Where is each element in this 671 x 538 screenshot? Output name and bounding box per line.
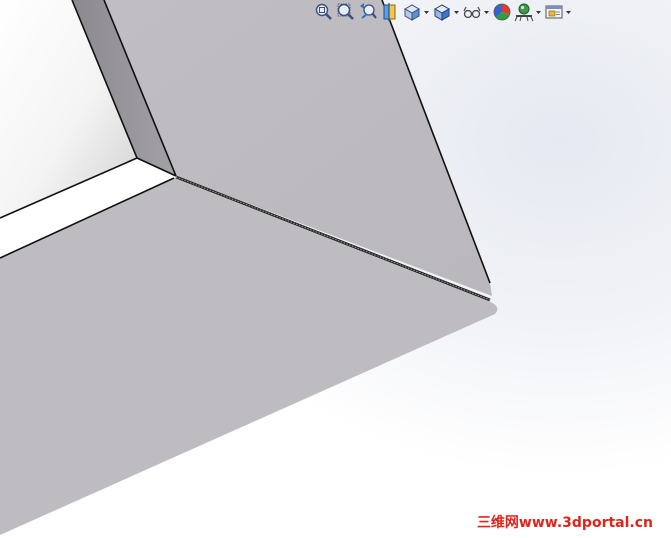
zoom-to-fit-button[interactable] bbox=[314, 1, 334, 23]
hide-show-items-button[interactable] bbox=[462, 1, 490, 23]
graphics-viewport[interactable]: 三维网www.3dportal.cn bbox=[0, 0, 671, 538]
zoom-to-fit-icon bbox=[315, 3, 332, 20]
edit-appearance-button[interactable] bbox=[492, 1, 512, 23]
zoom-to-area-button[interactable] bbox=[336, 1, 356, 23]
watermark-text: 三维网www.3dportal.cn bbox=[476, 515, 653, 531]
section-view-icon bbox=[383, 3, 396, 21]
section-view-button[interactable] bbox=[380, 1, 400, 23]
display-style-icon bbox=[433, 4, 451, 21]
view-settings-button[interactable] bbox=[544, 1, 572, 23]
apply-scene-button[interactable] bbox=[514, 1, 542, 23]
zoom-to-area-icon bbox=[337, 3, 354, 20]
apply-scene-dropdown-icon bbox=[536, 11, 541, 14]
view-orientation-icon bbox=[403, 4, 421, 21]
hide-show-items-icon bbox=[463, 6, 481, 19]
view-orientation-dropdown-icon bbox=[424, 11, 429, 14]
previous-view-button[interactable] bbox=[358, 1, 378, 23]
view-orientation-button[interactable] bbox=[402, 1, 430, 23]
heads-up-view-toolbar bbox=[314, 0, 574, 24]
previous-view-icon bbox=[360, 3, 377, 19]
view-settings-icon bbox=[545, 5, 563, 19]
sheet-metal-part-model[interactable] bbox=[0, 0, 671, 538]
hide-show-items-dropdown-icon bbox=[484, 11, 489, 14]
display-style-dropdown-icon bbox=[454, 11, 459, 14]
apply-scene-icon bbox=[514, 3, 534, 22]
view-settings-dropdown-icon bbox=[566, 11, 571, 14]
display-style-button[interactable] bbox=[432, 1, 460, 23]
edit-appearance-icon bbox=[493, 3, 511, 21]
